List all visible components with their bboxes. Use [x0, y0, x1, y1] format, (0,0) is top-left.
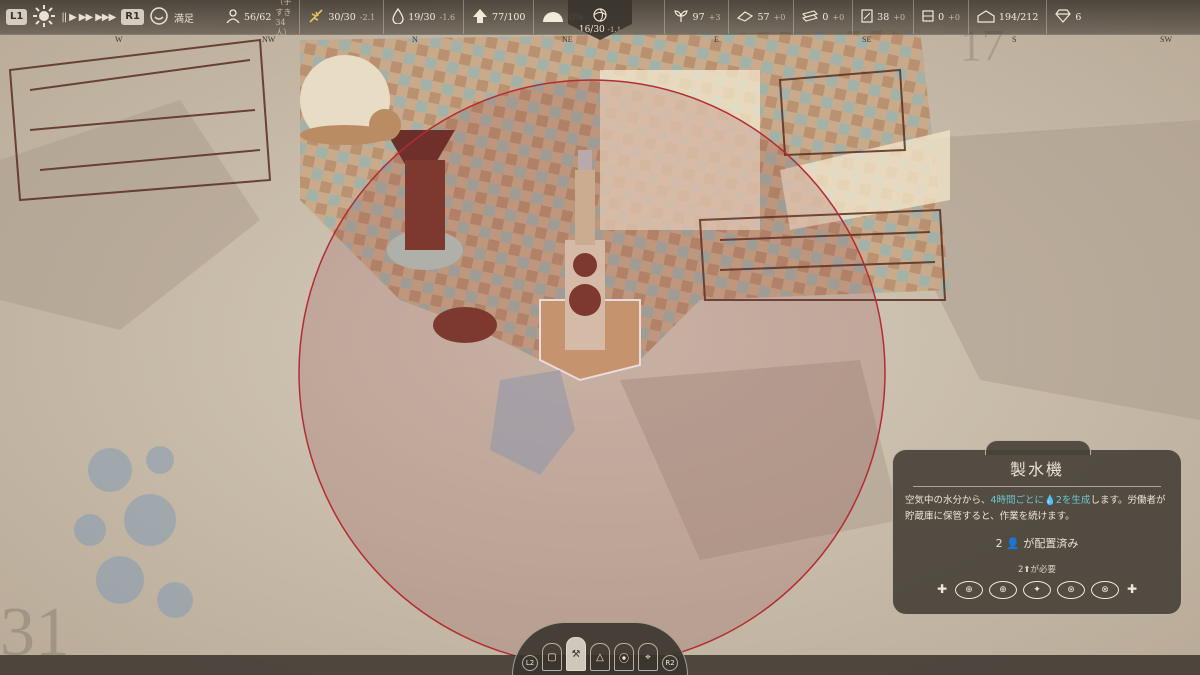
gems-resource[interactable]: 6 — [1046, 0, 1089, 34]
water-drop-icon — [392, 7, 404, 27]
scrap-resource[interactable]: 57 +0 — [728, 0, 793, 34]
workers-placed: 2 👤 が配置済み — [995, 537, 1079, 550]
paper-icon — [861, 8, 873, 26]
food-value: 30/30 — [328, 11, 356, 23]
upgrade-slots: ✚ ⊕ ⊕ ✦ ⊛ ⊗ ✚ — [905, 581, 1169, 599]
triangle-icon[interactable]: △ — [590, 643, 610, 671]
compass-se: SE — [862, 35, 872, 44]
compass-w: W — [115, 35, 123, 44]
storage-resource[interactable]: 194/212 — [967, 0, 1046, 34]
satisfaction-status: 満足 — [173, 13, 194, 25]
food-delta: -2.1 — [359, 12, 376, 22]
paper-delta: +0 — [893, 12, 906, 22]
l2-button[interactable]: L2 — [522, 655, 538, 671]
upgrade-resource[interactable]: 77/100 — [463, 0, 533, 34]
compass-ne: NE — [562, 35, 573, 44]
up-arrow-icon — [472, 8, 488, 27]
sprout-icon — [673, 9, 689, 26]
plus-icon: ✚ — [1126, 582, 1138, 596]
compass-sw: SW — [1160, 35, 1172, 44]
upgrade-slot-3[interactable]: ✦ — [1023, 581, 1051, 599]
crates-delta: +0 — [948, 12, 960, 22]
water-resource[interactable]: 19/30 -1.6 — [383, 0, 463, 34]
planks-delta: +0 — [832, 12, 845, 22]
spiral-icon — [593, 7, 607, 25]
planks-icon — [802, 9, 819, 25]
crate-icon — [922, 9, 934, 25]
smiley-icon — [150, 6, 168, 28]
crosshair-icon[interactable]: ⌖ — [638, 643, 658, 671]
hud-left-controls: L1 || ▶ ▶▶ ▶▶▶ R1 満足 — [6, 4, 194, 30]
person-icon — [226, 8, 240, 26]
compass-s: S — [1012, 35, 1017, 44]
population-resource[interactable]: 56/62 （手すき 34人） — [218, 0, 299, 37]
tools-icon[interactable]: ⚒ — [566, 637, 586, 671]
compass-strip: W NW N NE E SE S SW — [0, 35, 1200, 47]
build-menu: L2 ▢ ⚒ △ ⦿ ⌖ R2 — [512, 622, 688, 675]
storage-icon — [977, 9, 995, 26]
food-resource[interactable]: 30/30 -2.1 — [299, 0, 383, 34]
scrap-value: 57 — [757, 11, 770, 23]
fast-button[interactable]: ▶▶ — [79, 12, 93, 23]
compass-e: E — [714, 35, 719, 44]
location-icon[interactable]: ⦿ — [614, 643, 634, 671]
planks-value: 0 — [822, 11, 829, 23]
gauge-icon — [542, 9, 564, 26]
upgrade-slot-5[interactable]: ⊗ — [1091, 581, 1119, 599]
storage-value: 194/212 — [998, 11, 1039, 23]
desc-part1: 空気中の水分から、 — [905, 495, 991, 506]
seeds-resource[interactable]: 97 +3 — [663, 0, 729, 34]
upgrade-slot-4[interactable]: ⊛ — [1057, 581, 1085, 599]
speed-controls: || ▶ ▶▶ ▶▶▶ — [61, 12, 116, 23]
building-icon[interactable]: ▢ — [542, 643, 562, 671]
compass-nw: NW — [262, 35, 276, 44]
r1-button[interactable]: R1 — [121, 9, 144, 25]
upgrade-slot-2[interactable]: ⊕ — [989, 581, 1017, 599]
pause-button[interactable]: || — [61, 12, 67, 23]
upgrade-slot-1[interactable]: ⊕ — [955, 581, 983, 599]
crates-resource[interactable]: 0 +0 — [913, 0, 968, 34]
r2-button[interactable]: R2 — [662, 655, 678, 671]
building-info-panel: 製水機 空気中の水分から、4時間ごとに💧2を生成します。労働者が貯蔵庫に保管する… — [892, 440, 1182, 615]
crates-value: 0 — [938, 11, 945, 23]
scrap-delta: +0 — [773, 12, 786, 22]
play-button[interactable]: ▶ — [69, 12, 77, 23]
planks-resource[interactable]: 0 +0 — [793, 0, 852, 34]
building-title: 製水機 — [1009, 460, 1064, 479]
desc-highlight: 4時間ごとに💧2を生成 — [990, 495, 1091, 506]
top-hud-bar: L1 || ▶ ▶▶ ▶▶▶ R1 満足 56/62 （手すき 34人） 30/… — [0, 0, 1200, 40]
population-value: 56/62 — [244, 11, 272, 23]
sun-icon — [33, 4, 56, 30]
building-description: 空気中の水分から、4時間ごとに💧2を生成します。労働者が貯蔵庫に保管すると、作業… — [905, 493, 1169, 525]
paper-resource[interactable]: 38 +0 — [852, 0, 913, 34]
scrap-icon — [737, 10, 754, 25]
gems-value: 6 — [1075, 11, 1082, 23]
seeds-delta: +3 — [708, 12, 721, 22]
water-delta: -1.6 — [439, 12, 456, 22]
paper-value: 38 — [877, 11, 890, 23]
title-divider — [913, 486, 1161, 487]
upgrade-value: 77/100 — [492, 11, 526, 23]
idle-workers-note: （手すき 34人） — [275, 0, 292, 37]
plus-icon: ✚ — [936, 582, 948, 596]
fastest-button[interactable]: ▶▶▶ — [95, 12, 116, 23]
seeds-value: 97 — [692, 11, 705, 23]
water-value: 19/30 — [408, 11, 436, 23]
day-counter-badge[interactable]: 16/30 -1.1 — [568, 0, 632, 40]
l1-button[interactable]: L1 — [6, 9, 28, 25]
wheat-icon — [308, 8, 324, 27]
gem-icon — [1055, 8, 1072, 26]
compass-n: N — [412, 35, 418, 44]
upgrade-requirement: 2⬆が必要 — [1017, 565, 1057, 575]
